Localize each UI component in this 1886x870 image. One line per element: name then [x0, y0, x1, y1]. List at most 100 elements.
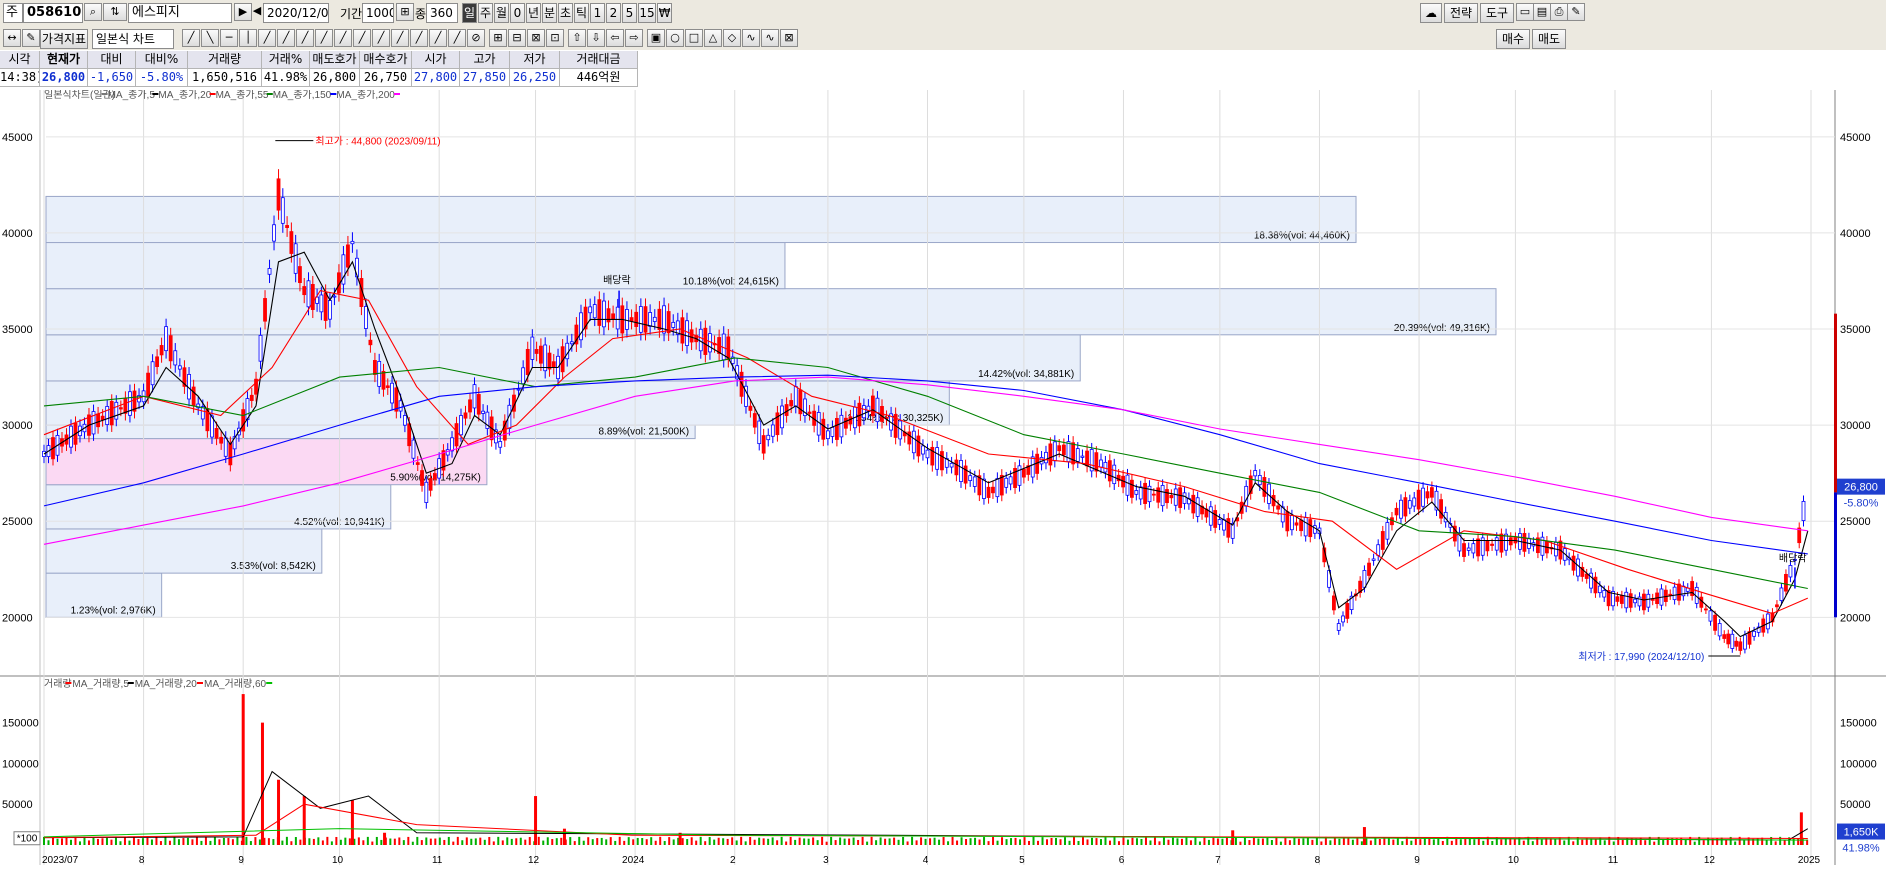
candle-body — [1021, 468, 1026, 478]
volume-bar — [771, 837, 774, 845]
volume-bar — [1626, 837, 1629, 845]
volume-bar — [1001, 837, 1004, 845]
candle-body — [861, 405, 866, 419]
candle-body — [1385, 522, 1390, 540]
wave-icon[interactable]: ∿ — [761, 29, 779, 47]
trend-icon[interactable]: ╱ — [372, 29, 390, 47]
trend-icon[interactable]: ╱ — [410, 29, 428, 47]
timeframe-1[interactable]: 주 — [478, 3, 493, 23]
line-icon[interactable]: ╲ — [201, 29, 219, 47]
timeframe-0[interactable]: 일 — [462, 3, 477, 23]
rect-icon[interactable]: ▣ — [647, 29, 665, 47]
candle-body — [916, 435, 921, 457]
horizontal-line-icon[interactable]: ─ — [220, 29, 238, 47]
indicator-button[interactable]: 가격지표 — [40, 29, 88, 49]
period-input[interactable]: 1000 — [362, 3, 394, 23]
timeframe-10[interactable]: 5 — [622, 3, 637, 23]
volume-bar — [1131, 837, 1134, 845]
candle-body — [602, 300, 606, 328]
grid-icon[interactable]: ⊞ — [489, 29, 507, 47]
volume-bar — [479, 837, 482, 845]
delete-icon[interactable]: ⊘ — [467, 29, 485, 47]
wrench-icon[interactable]: ✎ — [1567, 3, 1585, 21]
buy-button[interactable]: 매수 — [1496, 29, 1530, 49]
arrow-up-icon[interactable]: ⇧ — [568, 29, 586, 47]
candle-body — [1030, 456, 1035, 478]
sort-icon[interactable]: ⇅ — [103, 3, 127, 21]
grid-icon[interactable]: ⊟ — [508, 29, 526, 47]
count-input[interactable]: 360 — [426, 3, 458, 23]
tools-button[interactable]: 도구 — [1480, 3, 1514, 23]
market-select[interactable]: 주 — [3, 3, 23, 23]
timeframe-12[interactable]: ₩ — [657, 3, 672, 23]
timeframe-3[interactable]: 0 — [510, 3, 525, 23]
volume-bar — [1090, 837, 1093, 845]
volume-bar — [465, 837, 468, 845]
triangle-icon[interactable]: △ — [704, 29, 722, 47]
volume-bar — [1666, 837, 1669, 845]
stock-name: 에스피지 — [132, 5, 180, 20]
trend-icon[interactable]: ╱ — [315, 29, 333, 47]
candle-body — [1080, 455, 1085, 458]
vertical-line-icon[interactable]: │ — [239, 29, 257, 47]
diamond-icon[interactable]: ◇ — [723, 29, 741, 47]
save-icon[interactable]: ▤ — [1533, 3, 1551, 21]
timeframe-9[interactable]: 2 — [606, 3, 621, 23]
grid-icon[interactable]: ⊞ — [396, 3, 414, 21]
candle-body — [346, 244, 350, 268]
line-icon[interactable]: ╱ — [182, 29, 200, 47]
stock-name-input[interactable]: 에스피지 — [128, 3, 232, 23]
stock-code-input[interactable]: 058610 — [23, 3, 83, 23]
timeframe-7[interactable]: 틱 — [574, 3, 589, 23]
volume-bar — [726, 838, 729, 845]
expand-icon[interactable]: ↔ — [3, 29, 21, 47]
volume-bar — [222, 837, 225, 845]
timeframe-4[interactable]: 년 — [526, 3, 541, 23]
volume-bar — [1581, 839, 1584, 845]
strategy-button[interactable]: 전략 — [1444, 3, 1478, 23]
candle-body — [1668, 593, 1673, 596]
wave-icon[interactable]: ∿ — [742, 29, 760, 47]
volume-bar — [933, 837, 936, 845]
timeframe-11[interactable]: 15 — [638, 3, 656, 23]
trend-icon[interactable]: ╱ — [353, 29, 371, 47]
volume-bar — [114, 837, 117, 845]
circle-icon[interactable]: ○ — [666, 29, 684, 47]
chart-type-select[interactable]: 일본식 차트 — [92, 29, 174, 49]
trend-icon[interactable]: ╱ — [258, 29, 276, 47]
volume-bar — [515, 838, 518, 845]
edit-icon[interactable]: ✎ — [22, 29, 40, 47]
grid-icon[interactable]: ⊡ — [546, 29, 564, 47]
volume-bar — [56, 838, 59, 845]
trend-icon[interactable]: ╱ — [429, 29, 447, 47]
volume-bar — [267, 838, 270, 845]
volume-bar — [123, 836, 126, 845]
date-input[interactable]: 2020/12/09 — [263, 3, 329, 23]
candle-body — [1160, 485, 1165, 507]
cloud-icon[interactable]: ☁ — [1420, 3, 1442, 23]
trend-icon[interactable]: ╱ — [448, 29, 466, 47]
volume-bar — [857, 839, 860, 845]
price-legend-item: MA_종가,200 — [336, 90, 395, 101]
trend-icon[interactable]: ╱ — [296, 29, 314, 47]
close-icon[interactable]: ⊠ — [780, 29, 798, 47]
search-icon[interactable]: ⌕ — [84, 3, 102, 21]
sell-button[interactable]: 매도 — [1532, 29, 1566, 49]
trend-icon[interactable]: ╱ — [334, 29, 352, 47]
square-icon[interactable]: □ — [685, 29, 703, 47]
arrow-left-icon[interactable]: ⇦ — [606, 29, 624, 47]
trend-icon[interactable]: ╱ — [391, 29, 409, 47]
timeframe-2[interactable]: 월 — [494, 3, 509, 23]
trend-icon[interactable]: ╱ — [277, 29, 295, 47]
arrow-right-icon[interactable]: ⇨ — [625, 29, 643, 47]
volume-bar — [1005, 839, 1008, 845]
candle-body — [1734, 640, 1739, 647]
print-icon[interactable]: ⎙ — [1550, 3, 1568, 21]
timeframe-5[interactable]: 분 — [542, 3, 557, 23]
timeframe-8[interactable]: 1 — [590, 3, 605, 23]
arrow-down-icon[interactable]: ⇩ — [587, 29, 605, 47]
folder-icon[interactable]: ▭ — [1516, 3, 1534, 21]
timeframe-6[interactable]: 초 — [558, 3, 573, 23]
candle-body — [319, 294, 324, 313]
grid-icon[interactable]: ⊠ — [527, 29, 545, 47]
